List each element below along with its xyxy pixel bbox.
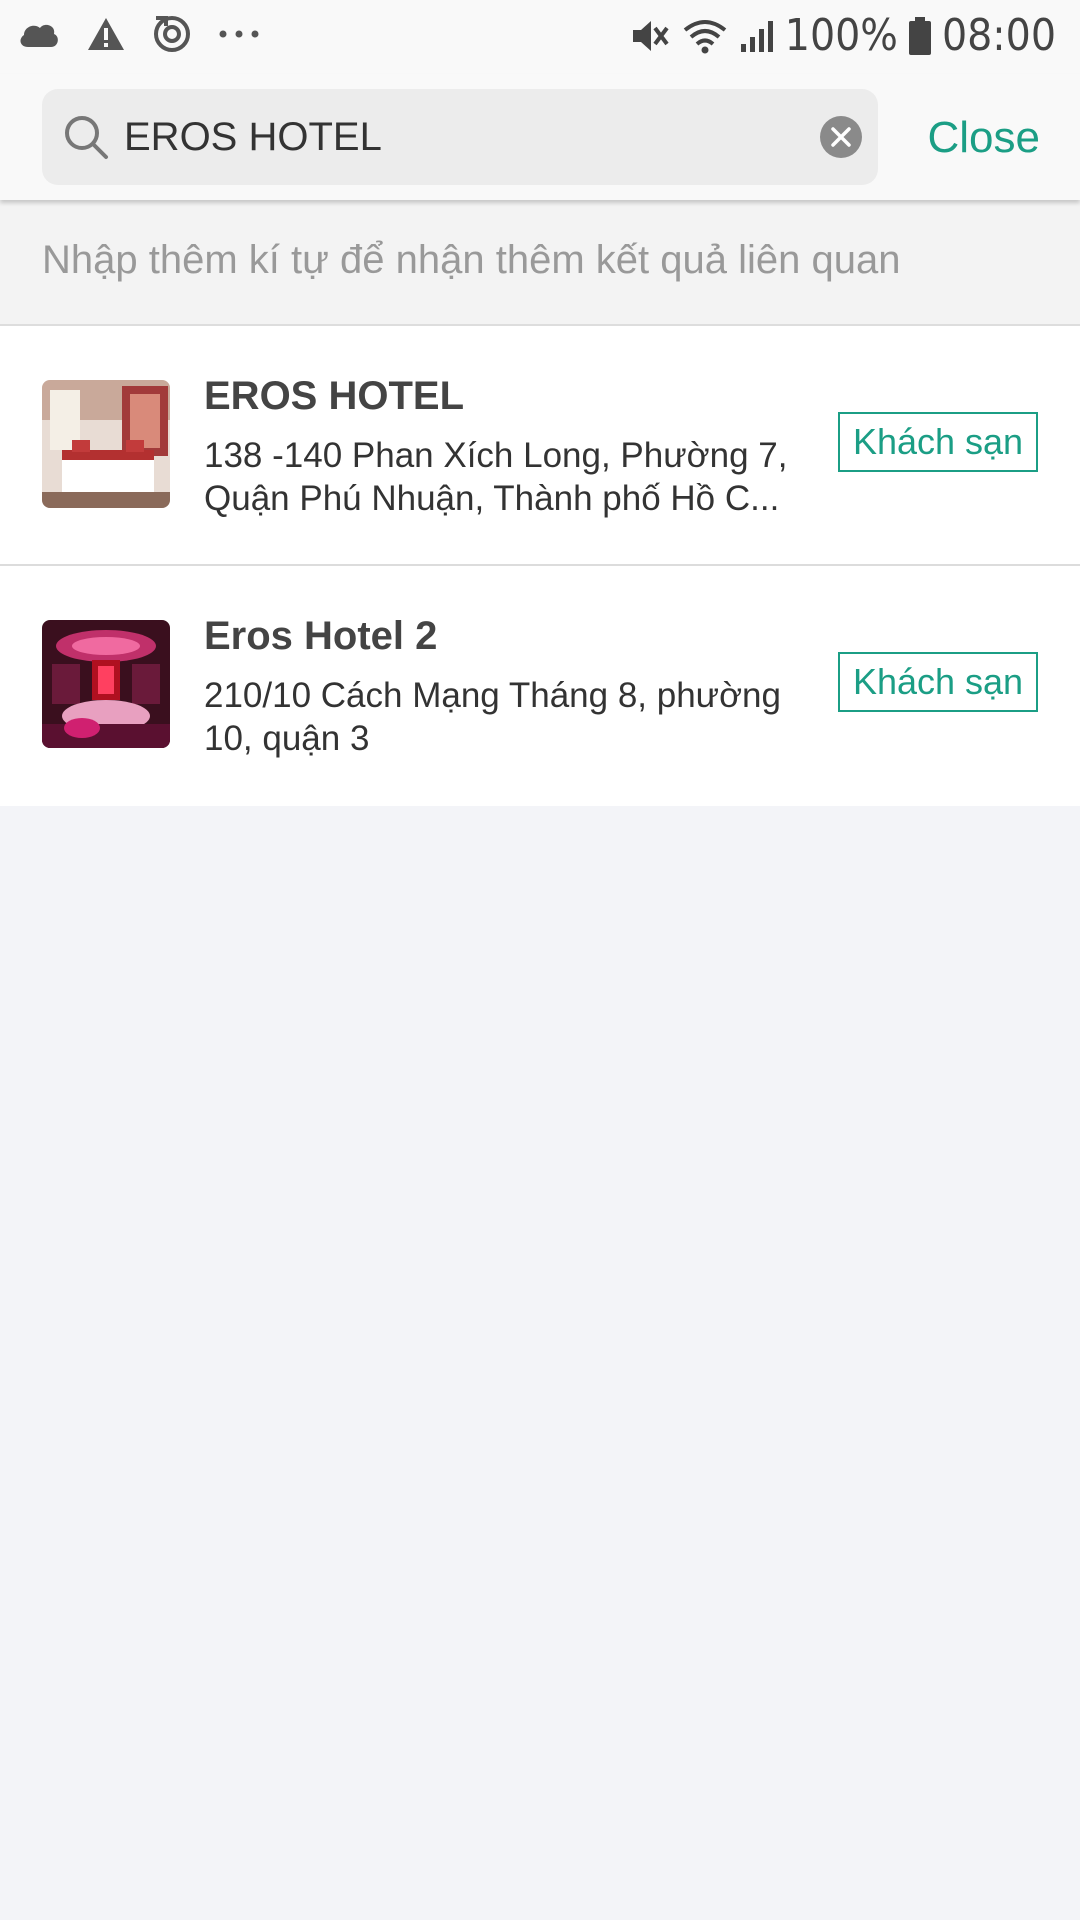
search-input[interactable] <box>124 89 844 185</box>
warning-icon <box>86 16 126 52</box>
status-bar: 100% 08:00 <box>0 0 1080 74</box>
more-dots-icon <box>218 29 260 39</box>
close-button[interactable]: Close <box>928 96 1041 180</box>
hotel-name: Eros Hotel 2 <box>204 614 438 658</box>
mute-icon <box>629 16 671 56</box>
search-results-list: EROS HOTEL 138 -140 Phan Xích Long, Phườ… <box>0 326 1080 806</box>
wifi-icon <box>681 16 729 56</box>
search-hint-text: Nhập thêm kí tự để nhận thêm kết quả liê… <box>42 238 901 282</box>
hotel-thumbnail <box>42 620 170 748</box>
battery-icon <box>908 16 932 56</box>
search-hint-bar: Nhập thêm kí tự để nhận thêm kết quả liê… <box>0 200 1080 326</box>
list-item[interactable]: Eros Hotel 2 210/10 Cách Mạng Tháng 8, p… <box>0 566 1080 806</box>
battery-percent: 100% <box>784 10 898 61</box>
hotel-address: 138 -140 Phan Xích Long, Phường 7, Quận … <box>204 436 788 518</box>
signal-icon <box>739 18 775 54</box>
status-left-icons <box>18 14 286 54</box>
search-icon <box>62 113 110 161</box>
search-box[interactable] <box>42 89 878 185</box>
category-badge: Khách sạn <box>838 652 1038 712</box>
hotel-thumbnail <box>42 380 170 508</box>
status-right-icons: 100% 08:00 <box>619 10 1056 61</box>
cloud-icon <box>18 19 60 49</box>
clear-search-icon[interactable] <box>820 116 862 158</box>
clock: 08:00 <box>941 10 1056 61</box>
hotel-name: EROS HOTEL <box>204 374 465 418</box>
category-badge: Khách sạn <box>838 412 1038 472</box>
search-header: Close <box>0 74 1080 200</box>
list-item[interactable]: EROS HOTEL 138 -140 Phan Xích Long, Phườ… <box>0 326 1080 566</box>
sync-icon <box>152 14 192 54</box>
hotel-address: 210/10 Cách Mạng Tháng 8, phường 10, quậ… <box>204 676 781 758</box>
